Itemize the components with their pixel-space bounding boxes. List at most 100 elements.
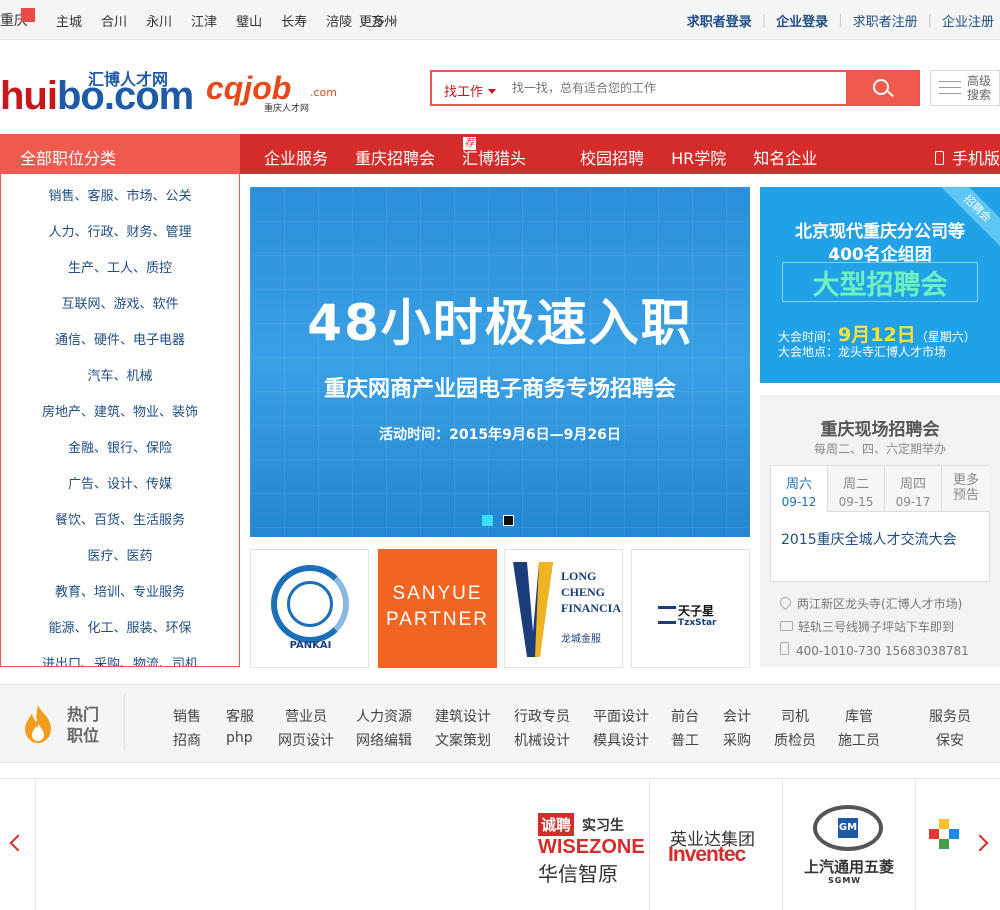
- carousel-next-button[interactable]: [964, 779, 1000, 910]
- hot-job-link[interactable]: 平面设计: [593, 706, 649, 726]
- company-login-link[interactable]: 企业登录: [776, 11, 828, 30]
- category-item[interactable]: 广告、设计、传媒: [1, 462, 239, 498]
- hot-job-link[interactable]: 服务员: [929, 706, 971, 726]
- main-nav: 全部职位分类 企业服务 重庆招聘会 汇博猎头荐 校园招聘 HR学院 知名企业 手…: [0, 134, 1000, 174]
- banner-time: 活动时间：2015年9月6日—9月26日: [379, 427, 621, 443]
- category-item[interactable]: 通信、硬件、电子电器: [1, 318, 239, 354]
- category-item[interactable]: 房地产、建筑、物业、装饰: [1, 390, 239, 426]
- onsite-transit: 轻轨三号线狮子坪站下车即到: [780, 618, 954, 635]
- category-item[interactable]: 汽车、机械: [1, 354, 239, 390]
- huibo-logo[interactable]: huibo.com 汇博人才网: [0, 70, 194, 118]
- tab-tuesday[interactable]: 周二 09-15: [828, 466, 885, 512]
- hot-job-link[interactable]: 文案策划: [435, 730, 491, 750]
- tab-more-preview[interactable]: 更多 预告: [942, 466, 990, 512]
- hot-job-link[interactable]: 会计: [723, 706, 751, 726]
- hot-job-link[interactable]: 司机: [781, 706, 809, 726]
- more-cities-button[interactable]: 更多: [359, 11, 398, 30]
- category-item[interactable]: 金融、银行、保险: [1, 426, 239, 462]
- hot-job-link[interactable]: 网络编辑: [356, 730, 412, 750]
- partner-wisezone[interactable]: 诚聘 实习生 WISEZONE 华信智原: [36, 779, 650, 910]
- tab-thursday[interactable]: 周四 09-17: [885, 466, 942, 512]
- category-item[interactable]: 人力、行政、财务、管理: [1, 210, 239, 246]
- tab-date: 09-15: [838, 495, 874, 509]
- hot-job-link[interactable]: 普工: [671, 730, 699, 750]
- phone-icon: [934, 151, 944, 165]
- tab-saturday[interactable]: 周六 09-12: [771, 466, 828, 512]
- tab-date: 09-17: [895, 495, 931, 509]
- partner-sgmw[interactable]: GM 上汽通用五菱 SGMW: [783, 779, 916, 910]
- all-categories-button[interactable]: 全部职位分类: [0, 134, 240, 174]
- category-item[interactable]: 生产、工人、质控: [1, 246, 239, 282]
- hot-job-link[interactable]: 行政专员: [514, 706, 570, 726]
- category-item[interactable]: 能源、化工、服装、环保: [1, 606, 239, 642]
- city-link[interactable]: 璧山: [236, 11, 262, 30]
- category-item[interactable]: 销售、客服、市场、公关: [1, 174, 239, 210]
- onsite-address-text: 两江新区龙头寺(汇博人才市场): [797, 597, 963, 611]
- hot-job-link[interactable]: 施工员: [838, 730, 880, 750]
- hot-job-link[interactable]: 机械设计: [514, 730, 570, 750]
- nav-item-famous-companies[interactable]: 知名企业: [753, 145, 817, 169]
- pankai-inner-ring-icon: [287, 581, 333, 627]
- hot-job-link[interactable]: 保安: [936, 730, 964, 750]
- hot-job-link[interactable]: 建筑设计: [435, 706, 491, 726]
- hot-job-link[interactable]: 质检员: [774, 730, 816, 750]
- chevron-left-icon: [9, 834, 27, 852]
- hot-job-link[interactable]: 营业员: [285, 706, 327, 726]
- nav-item-enterprise-service[interactable]: 企业服务: [264, 145, 328, 169]
- carousel-dot-active[interactable]: [482, 515, 493, 526]
- jobseeker-register-link[interactable]: 求职者注册: [853, 11, 918, 30]
- fair-line3: 大型招聘会: [812, 270, 948, 301]
- carousel-dot[interactable]: [503, 515, 514, 526]
- hot-job-link[interactable]: 招商: [173, 730, 201, 750]
- city-link[interactable]: 涪陵: [326, 11, 352, 30]
- hot-job-link[interactable]: 采购: [723, 730, 751, 750]
- city-link[interactable]: 江津: [191, 11, 217, 30]
- sanyue-line: PARTNER: [385, 609, 490, 630]
- pankai-logo[interactable]: PANKAI: [250, 549, 369, 668]
- mobile-version-link[interactable]: 手机版: [934, 145, 1000, 169]
- nav-item-campus[interactable]: 校园招聘: [580, 145, 644, 169]
- longcheng-v-icon: [513, 562, 553, 657]
- city-link[interactable]: 永川: [146, 11, 172, 30]
- category-item[interactable]: 互联网、游戏、软件: [1, 282, 239, 318]
- advanced-search-button[interactable]: 高级 搜索: [930, 70, 1000, 106]
- search-button[interactable]: [846, 72, 918, 104]
- city-link[interactable]: 主城: [56, 11, 82, 30]
- city-link[interactable]: 合川: [101, 11, 127, 30]
- city-link[interactable]: 长寿: [281, 11, 307, 30]
- job-fair-card[interactable]: 招聘会 北京现代重庆分公司等 400名企组团 大型招聘会 大会时间：9月12日（…: [760, 187, 1000, 383]
- partial-partner-logo[interactable]: [929, 819, 963, 861]
- search-category-select[interactable]: 找工作: [444, 81, 497, 100]
- hot-job-link[interactable]: php: [226, 730, 253, 746]
- cqjob-logo[interactable]: cqjob .com 重庆人才网: [206, 70, 337, 114]
- advanced-search-line: 高级: [967, 74, 992, 88]
- hot-job-link[interactable]: 前台: [671, 706, 699, 726]
- category-item[interactable]: 教育、培训、专业服务: [1, 570, 239, 606]
- carousel-prev-button[interactable]: [0, 779, 36, 910]
- search-input[interactable]: [512, 81, 842, 95]
- hot-job-link[interactable]: 销售: [173, 706, 201, 726]
- onsite-event-link[interactable]: 2015重庆全城人才交流大会: [781, 529, 957, 549]
- jobseeker-login-link[interactable]: 求职者登录: [687, 11, 752, 30]
- hot-job-link[interactable]: 客服: [226, 706, 254, 726]
- tzxstar-logo[interactable]: 天子星 TzxStar: [631, 549, 750, 668]
- onsite-tabs: 周六 09-12 周二 09-15 周四 09-17 更多 预告 2015重庆全…: [770, 465, 990, 582]
- hero-banner[interactable]: 48小时极速入职 重庆网商产业园电子商务专场招聘会 活动时间：2015年9月6日…: [250, 187, 750, 537]
- nav-item-headhunter-label: 汇博猎头: [462, 149, 527, 168]
- nav-item-headhunter[interactable]: 汇博猎头荐: [462, 136, 553, 169]
- sanyue-logo[interactable]: SANYUE PARTNER: [378, 549, 497, 668]
- nav-item-job-fair[interactable]: 重庆招聘会: [355, 145, 435, 169]
- hot-job-link[interactable]: 模具设计: [593, 730, 649, 750]
- hot-job-link[interactable]: 库管: [845, 706, 873, 726]
- longcheng-logo[interactable]: LONG CHENG FINANCIAL 龙城金服: [504, 549, 623, 668]
- category-item[interactable]: 医疗、医药: [1, 534, 239, 570]
- company-register-link[interactable]: 企业注册: [942, 11, 994, 30]
- category-item[interactable]: 餐饮、百货、生活服务: [1, 498, 239, 534]
- partner-inventec[interactable]: 英业达集团 Inventec: [650, 779, 783, 910]
- category-sidebar: 销售、客服、市场、公关 人力、行政、财务、管理 生产、工人、质控 互联网、游戏、…: [0, 174, 240, 667]
- category-item[interactable]: 进出口、采购、物流、司机: [1, 642, 239, 666]
- account-links: 求职者登录 | 企业登录 | 求职者注册 | 企业注册: [687, 11, 994, 30]
- hot-job-link[interactable]: 网页设计: [278, 730, 334, 750]
- hot-job-link[interactable]: 人力资源: [356, 706, 412, 726]
- nav-item-hr-academy[interactable]: HR学院: [671, 145, 726, 169]
